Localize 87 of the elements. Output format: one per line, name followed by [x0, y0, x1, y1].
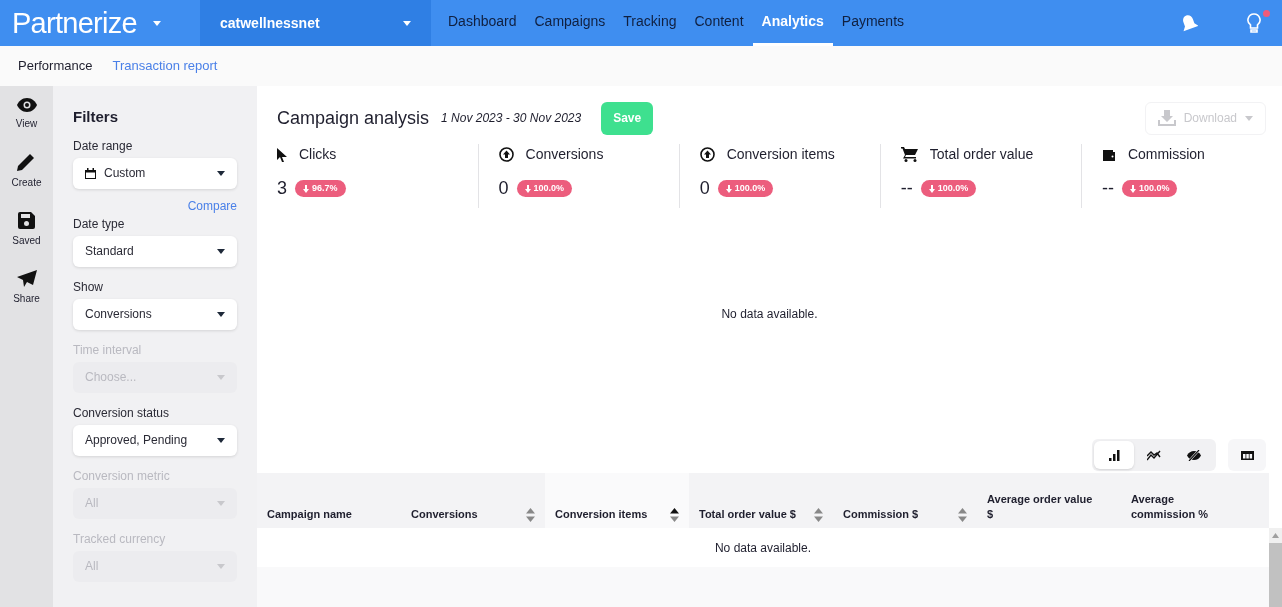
- caret-icon: [217, 248, 225, 254]
- nav-tab[interactable]: Campaigns: [525, 0, 615, 46]
- down-arrow-icon: [524, 184, 531, 193]
- metric-value: 3: [277, 177, 287, 200]
- metric-value: 0: [699, 177, 710, 200]
- paper-plane-icon: [16, 270, 37, 287]
- metric-value: --: [1101, 177, 1114, 200]
- metric-label: Commission: [1127, 145, 1205, 164]
- rail-button[interactable]: View: [15, 98, 38, 131]
- filter-label: Date range: [73, 138, 134, 153]
- change-badge: 100.0%: [1121, 179, 1178, 198]
- up-arrow-circle-icon: [498, 147, 514, 162]
- column-header[interactable]: Commission $: [833, 473, 977, 528]
- pencil-icon: [17, 153, 36, 171]
- filter-label: Show: [73, 279, 105, 294]
- down-arrow-icon: [303, 184, 309, 193]
- line-chart-icon: [1147, 449, 1161, 461]
- metric-label: Total order value: [929, 145, 1034, 164]
- nav-tab[interactable]: Content: [685, 0, 753, 46]
- caret-icon: [217, 170, 225, 176]
- wallet-icon: [1101, 148, 1116, 161]
- metric-label: Conversions: [525, 145, 604, 164]
- metric-value: --: [900, 177, 913, 200]
- filters-title: Filters: [73, 107, 119, 127]
- sort-icon[interactable]: [670, 508, 679, 522]
- nav-tab[interactable]: Dashboard: [439, 0, 526, 46]
- filter-label: Tracked currency: [73, 531, 167, 546]
- rail-button[interactable]: Create: [11, 153, 42, 190]
- caret-icon: [217, 437, 225, 443]
- caret-icon: [1245, 115, 1253, 121]
- nav-tab[interactable]: Payments: [832, 0, 914, 46]
- column-header[interactable]: Total order value $: [689, 473, 833, 528]
- eye-slash-icon: [1187, 449, 1201, 461]
- scrollbar[interactable]: [1269, 528, 1282, 607]
- columns-button[interactable]: [1228, 439, 1266, 471]
- filter-label: Conversion metric: [73, 468, 171, 483]
- scroll-up-icon[interactable]: [1272, 533, 1279, 538]
- down-arrow-icon: [725, 184, 732, 193]
- column-header[interactable]: Conversions: [401, 473, 545, 528]
- change-badge: 96.7%: [295, 179, 346, 198]
- caret-icon: [217, 311, 225, 317]
- filter-label: Time interval: [73, 342, 143, 357]
- filter-dropdown[interactable]: Standard: [73, 235, 237, 267]
- filter-dropdown[interactable]: Custom: [73, 157, 237, 189]
- sub-tab[interactable]: Transaction report: [112, 56, 218, 76]
- bell-icon[interactable]: [1180, 14, 1198, 32]
- caret-icon: [217, 500, 225, 506]
- date-range: 1 Nov 2023 - 30 Nov 2023: [441, 110, 582, 127]
- metric-label: Conversion items: [726, 145, 835, 164]
- calendar-icon: [85, 167, 96, 179]
- metric-label: Clicks: [299, 145, 337, 164]
- caret-icon: [403, 20, 411, 26]
- column-header[interactable]: Average order value $: [977, 473, 1121, 528]
- report-title: Campaign analysis: [277, 106, 430, 130]
- nav-tab[interactable]: Tracking: [614, 0, 686, 46]
- bar-chart-icon: [1108, 449, 1120, 461]
- lightbulb-icon[interactable]: [1246, 13, 1262, 33]
- down-arrow-icon: [928, 184, 935, 193]
- change-badge: 100.0%: [516, 179, 573, 198]
- caret-icon: [152, 20, 161, 26]
- down-arrow-icon: [1129, 184, 1136, 193]
- columns-icon: [1240, 450, 1254, 460]
- sub-tab[interactable]: Performance: [18, 56, 93, 76]
- cart-icon: [900, 147, 918, 162]
- pointer-icon: [277, 147, 287, 162]
- caret-icon: [217, 563, 225, 569]
- empty-table-message: No data available.: [714, 539, 812, 557]
- eye-icon: [16, 98, 37, 112]
- compare-link[interactable]: Compare: [187, 196, 237, 215]
- change-badge: 100.0%: [920, 179, 977, 198]
- column-header[interactable]: Average commission %: [1121, 473, 1265, 528]
- filter-label: Conversion status: [73, 405, 171, 420]
- rail-button[interactable]: Saved: [12, 212, 41, 248]
- up-arrow-circle-icon: [699, 147, 715, 162]
- column-header[interactable]: Conversion items: [545, 473, 689, 528]
- change-badge: 100.0%: [717, 179, 774, 198]
- rail-button[interactable]: Share: [13, 270, 40, 306]
- metric-value: 0: [498, 177, 509, 200]
- view-toggle-button[interactable]: [1094, 441, 1134, 469]
- column-header[interactable]: Campaign name: [257, 473, 401, 528]
- download-icon: [1157, 110, 1176, 126]
- caret-icon: [217, 374, 225, 380]
- filter-label: Date type: [73, 216, 126, 231]
- filter-dropdown[interactable]: Approved, Pending: [73, 424, 237, 456]
- filter-dropdown[interactable]: Conversions: [73, 298, 237, 330]
- account-dropdown[interactable]: catwellnessnet: [200, 0, 431, 46]
- empty-chart-message: No data available.: [721, 305, 818, 323]
